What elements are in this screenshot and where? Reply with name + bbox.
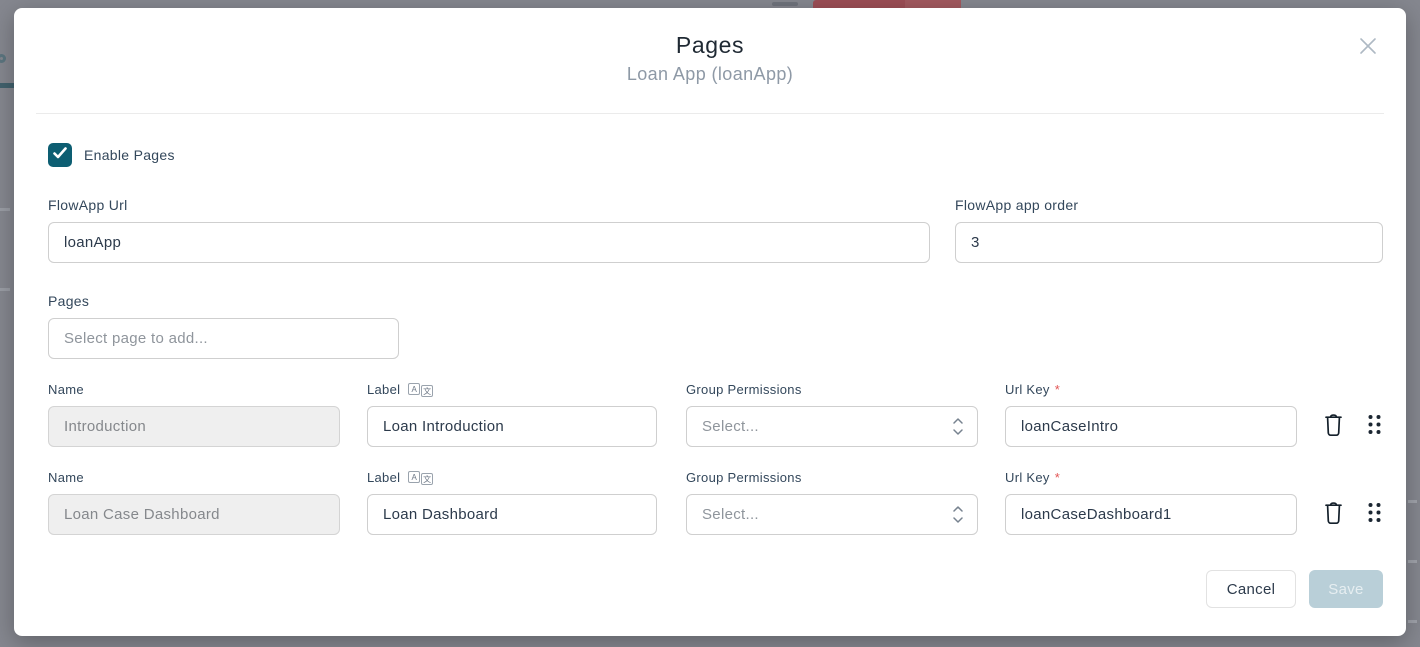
group-permissions-label: Group Permissions (686, 469, 978, 485)
flowapp-order-label: FlowApp app order (955, 197, 1383, 213)
checkmark-icon (53, 146, 67, 164)
backdrop-red-button-edge (905, 0, 961, 8)
group-permissions-select[interactable]: Select... (686, 406, 978, 447)
name-label: Name (48, 381, 340, 397)
url-key-field: Url Key * (1005, 381, 1297, 447)
flowapp-order-input[interactable] (955, 222, 1383, 263)
group-permissions-placeholder: Select... (686, 494, 978, 535)
drag-handle[interactable] (1367, 501, 1382, 529)
trash-icon (1322, 411, 1345, 443)
modal-footer: Cancel Save (48, 570, 1383, 608)
backdrop-nav-underline (0, 83, 14, 88)
translate-icon: A 文 (408, 383, 433, 395)
name-field: Name (48, 381, 340, 447)
label-label: Label A 文 (367, 469, 657, 485)
backdrop-logo-fragment (0, 54, 6, 63)
url-key-input[interactable] (1005, 494, 1297, 535)
url-key-input[interactable] (1005, 406, 1297, 447)
delete-page-button[interactable] (1322, 499, 1345, 531)
chevron-up-down-icon (951, 504, 965, 530)
row-actions (1322, 406, 1382, 447)
pages-modal: Pages Loan App (loanApp) Enable Pages Fl… (14, 8, 1406, 636)
label-field: Label A 文 (367, 381, 657, 447)
name-label: Name (48, 469, 340, 485)
group-permissions-field: Group Permissions Select... (686, 381, 978, 447)
backdrop-sidebar-mark (0, 208, 10, 211)
flowapp-url-input[interactable] (48, 222, 930, 263)
name-field: Name (48, 469, 340, 535)
pages-section: Pages (48, 293, 1383, 359)
group-permissions-select[interactable]: Select... (686, 494, 978, 535)
label-label: Label A 文 (367, 381, 657, 397)
backdrop-sidebar-mark (0, 288, 10, 291)
required-asterisk: * (1055, 382, 1060, 397)
save-button[interactable]: Save (1309, 570, 1383, 608)
page-row: Name Label A 文 Group Permissions Select.… (48, 381, 1383, 447)
flowapp-url-label: FlowApp Url (48, 197, 930, 213)
group-permissions-label: Group Permissions (686, 381, 978, 397)
enable-pages-checkbox[interactable] (48, 143, 72, 167)
cancel-button[interactable]: Cancel (1206, 570, 1296, 608)
page-title: Pages (14, 32, 1406, 59)
flowapp-url-field: FlowApp Url (48, 197, 930, 263)
url-key-field: Url Key * (1005, 469, 1297, 535)
flowapp-row: FlowApp Url FlowApp app order (48, 197, 1383, 263)
delete-page-button[interactable] (1322, 411, 1345, 443)
pages-select-input[interactable] (48, 318, 399, 359)
six-dots-icon (1367, 501, 1382, 529)
enable-pages-row: Enable Pages (48, 143, 1383, 167)
url-key-label: Url Key * (1005, 381, 1297, 397)
six-dots-icon (1367, 413, 1382, 441)
drag-handle[interactable] (1367, 413, 1382, 441)
url-key-label: Url Key * (1005, 469, 1297, 485)
group-permissions-placeholder: Select... (686, 406, 978, 447)
trash-icon (1322, 499, 1345, 531)
translate-icon: A 文 (408, 471, 433, 483)
modal-header: Pages Loan App (loanApp) (14, 8, 1406, 85)
row-actions (1322, 494, 1382, 535)
backdrop-text-fragment (1408, 560, 1417, 563)
enable-pages-label: Enable Pages (84, 147, 175, 163)
backdrop-toolbar-mark (772, 2, 798, 6)
label-input[interactable] (367, 494, 657, 535)
close-button[interactable] (1356, 36, 1380, 60)
required-asterisk: * (1055, 470, 1060, 485)
close-icon (1358, 36, 1378, 61)
flowapp-order-field: FlowApp app order (955, 197, 1383, 263)
modal-subtitle: Loan App (loanApp) (14, 64, 1406, 85)
backdrop-text-fragment (1408, 620, 1417, 623)
pages-label: Pages (48, 293, 1383, 309)
backdrop-text-fragment (1408, 500, 1417, 503)
label-input[interactable] (367, 406, 657, 447)
group-permissions-field: Group Permissions Select... (686, 469, 978, 535)
name-input (48, 406, 340, 447)
name-input (48, 494, 340, 535)
page-row: Name Label A 文 Group Permissions Select.… (48, 469, 1383, 535)
modal-body: Enable Pages FlowApp Url FlowApp app ord… (14, 113, 1406, 608)
chevron-up-down-icon (951, 416, 965, 442)
label-field: Label A 文 (367, 469, 657, 535)
